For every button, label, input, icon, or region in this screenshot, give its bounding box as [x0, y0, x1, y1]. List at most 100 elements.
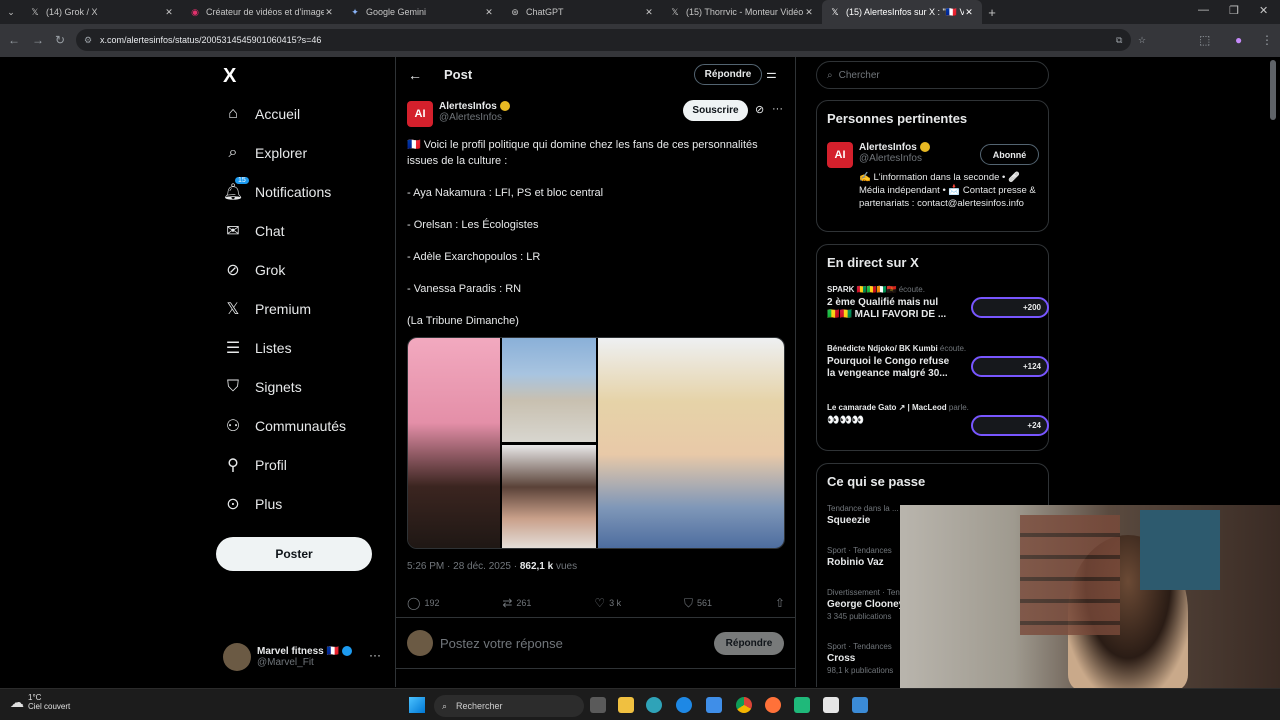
following-button[interactable]: Abonné: [980, 144, 1039, 165]
nav-lists[interactable]: ☰ Listes: [223, 336, 292, 360]
search-icon: ⌕: [442, 700, 448, 711]
reply-button-top[interactable]: Répondre: [694, 64, 762, 85]
store-icon[interactable]: [706, 697, 722, 713]
more-options-icon[interactable]: ···: [772, 103, 783, 115]
page-scrollbar[interactable]: [1270, 60, 1276, 120]
close-tab-icon[interactable]: ✕: [964, 7, 974, 18]
app-blue-icon[interactable]: [852, 697, 868, 713]
taskbar-search[interactable]: ⌕ Rechercher: [434, 695, 584, 717]
home-icon: ⌂: [228, 105, 238, 122]
nav-communities[interactable]: ⚇ Communautés: [223, 414, 346, 438]
install-icon[interactable]: ⧉: [1116, 35, 1122, 46]
listener-count-pill[interactable]: +24: [971, 415, 1049, 436]
nav-home[interactable]: ⌂ Accueil: [223, 102, 300, 126]
subscribe-button[interactable]: Souscrire: [683, 100, 748, 121]
windows-start-icon[interactable]: [409, 697, 425, 713]
tab-grok[interactable]: 𝕏 (14) Grok / X ✕: [22, 0, 182, 24]
close-tab-icon[interactable]: ✕: [324, 7, 334, 18]
instagram-icon: ◉: [191, 7, 199, 17]
x-logo-icon[interactable]: X: [223, 65, 236, 88]
author-name[interactable]: AlertesInfos: [439, 101, 497, 112]
avatar: [223, 643, 251, 671]
back-arrow-icon[interactable]: ←: [408, 67, 422, 83]
photo-orelsan[interactable]: [502, 338, 596, 442]
address-bar[interactable]: ⚙ x.com/alertesinfos/status/200531454590…: [76, 29, 1146, 51]
edge-icon[interactable]: [646, 697, 662, 713]
task-view-icon[interactable]: [590, 697, 606, 713]
live-space-item[interactable]: Le camarade Gato ↗ | MacLeod parle. 👀👀👀 …: [827, 403, 1049, 436]
bookmark-icon: ⛉: [226, 378, 239, 395]
tab-gemini[interactable]: ✦ Google Gemini ✕: [342, 0, 502, 24]
tab-alertesinfos[interactable]: 𝕏 (15) AlertesInfos sur X : "🇫🇷 Voi ✕: [822, 0, 982, 24]
tab-thorrvic[interactable]: 𝕏 (15) Thorrvic - Monteur Vidéo ✕: [662, 0, 822, 24]
nav-explore[interactable]: ⌕ Explorer: [223, 141, 308, 165]
trend-item[interactable]: Sport · Tendances Robinio Vaz: [827, 546, 892, 568]
file-explorer-icon[interactable]: [618, 697, 634, 713]
bookmark-action[interactable]: ⛉ 561: [684, 595, 712, 611]
close-tab-icon[interactable]: ✕: [164, 7, 174, 18]
nav-grok[interactable]: ⊘ Grok: [223, 258, 285, 282]
heart-icon: ♡: [594, 596, 606, 610]
trend-item[interactable]: Divertissement · Tend... George Clooney 3 …: [827, 588, 911, 621]
x-premium-icon: 𝕏: [226, 301, 240, 318]
reply-button[interactable]: Répondre: [714, 632, 784, 655]
author-avatar[interactable]: AI: [827, 142, 853, 168]
photo-vanessa[interactable]: [598, 338, 784, 548]
nav-notifications[interactable]: 🔔︎ 15 Notifications: [223, 177, 331, 204]
extensions-icon[interactable]: ⬚: [1199, 33, 1210, 47]
tab-instagram[interactable]: ◉ Créateur de vidéos et d'images ✕: [182, 0, 342, 24]
repost-action[interactable]: ⇄ 261: [502, 595, 531, 611]
app-icon[interactable]: [823, 697, 839, 713]
author-handle[interactable]: @AlertesInfos: [439, 112, 510, 123]
close-tab-icon[interactable]: ✕: [484, 7, 494, 18]
menu-icon[interactable]: ⋮: [1261, 33, 1273, 47]
tab-chatgpt[interactable]: ⊛ ChatGPT ✕: [502, 0, 662, 24]
app-green-icon[interactable]: [794, 697, 810, 713]
back-icon[interactable]: ←: [8, 33, 20, 47]
reply-action[interactable]: ◯ 192: [407, 595, 439, 611]
more-options-icon[interactable]: ···: [369, 648, 381, 662]
chrome-icon[interactable]: [736, 697, 752, 713]
post-media-collage[interactable]: [407, 337, 785, 549]
trend-item[interactable]: Sport · Tendances Cross 98,1 k publication…: [827, 642, 893, 675]
reply-input[interactable]: Postez votre réponse: [440, 636, 563, 651]
reload-icon[interactable]: ↻: [55, 33, 65, 47]
live-space-item[interactable]: SPARK 🇬🇳🇲🇱🇨🇮🇦🇴 écoute. 2 ème Qualifié ma…: [827, 285, 1049, 321]
live-space-item[interactable]: Bénédicte Ndjoko/ BK Kumbi écoute. Pourq…: [827, 344, 1049, 380]
new-tab-button[interactable]: +: [982, 5, 1002, 20]
account-switcher[interactable]: Marvel fitness 🇫🇷 @Marvel_Fit ···: [223, 642, 388, 672]
forward-icon[interactable]: →: [32, 33, 44, 47]
restore-icon[interactable]: ❐: [1229, 4, 1239, 17]
nav-profile[interactable]: ⚲ Profil: [223, 453, 287, 477]
nav-bookmarks[interactable]: ⛉ Signets: [223, 375, 302, 399]
post-button[interactable]: Poster: [216, 537, 372, 571]
firefox-icon[interactable]: [765, 697, 781, 713]
page-title: Post: [444, 67, 473, 82]
minimize-icon[interactable]: —: [1198, 4, 1209, 16]
profile-avatar-icon[interactable]: ●: [1235, 33, 1242, 47]
x-icon: 𝕏: [671, 7, 679, 17]
close-tab-icon[interactable]: ✕: [644, 7, 654, 18]
close-window-icon[interactable]: ✕: [1259, 4, 1268, 17]
author-avatar[interactable]: AI: [407, 101, 433, 127]
listener-count-pill[interactable]: +200: [971, 297, 1049, 318]
nav-more[interactable]: ⊙ Plus: [223, 492, 282, 516]
photo-adele[interactable]: [502, 445, 596, 548]
sliders-icon[interactable]: ⚌: [766, 67, 777, 81]
nav-premium[interactable]: 𝕏 Premium: [223, 297, 311, 321]
star-icon[interactable]: ☆: [1138, 35, 1146, 46]
trend-item[interactable]: Tendance dans la ... Squeezie: [827, 504, 899, 526]
reply-composer: Postez votre réponse Répondre: [396, 617, 796, 669]
weather-widget[interactable]: ☁ 1°C Ciel couvert: [10, 693, 70, 711]
nav-chat[interactable]: ✉ Chat: [223, 219, 284, 243]
share-action[interactable]: ⇧: [775, 595, 785, 611]
photo-aya[interactable]: [408, 338, 500, 548]
search-input[interactable]: ⌕ Chercher: [816, 61, 1049, 89]
edge-browser-icon[interactable]: [676, 697, 692, 713]
tab-list-button[interactable]: ⌄: [0, 7, 22, 18]
listener-count-pill[interactable]: +124: [971, 356, 1049, 377]
grok-icon[interactable]: ⊘: [755, 103, 764, 116]
site-info-icon[interactable]: ⚙: [84, 35, 92, 46]
like-action[interactable]: ♡ 3 k: [594, 595, 621, 611]
close-tab-icon[interactable]: ✕: [804, 7, 814, 18]
